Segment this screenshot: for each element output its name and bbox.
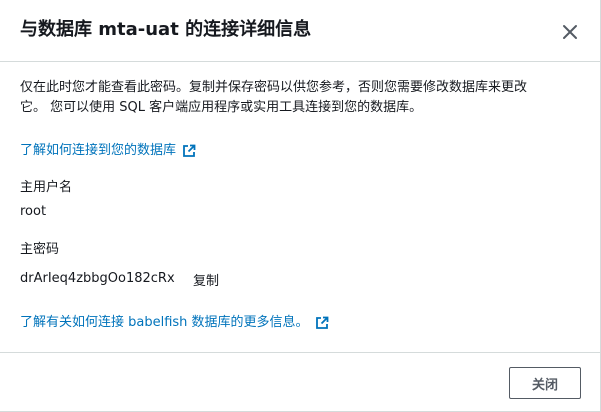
close-icon[interactable]: [558, 20, 582, 44]
notice-line-1: 仅在此时您才能查看此密码。复制并保存密码以供您参考，否则您需要修改数据库来更改: [20, 80, 528, 95]
master-username-label: 主用户名: [20, 180, 73, 195]
connect-guide-link[interactable]: 了解如何连接到您的数据库: [20, 142, 196, 160]
connect-guide-link-label: 了解如何连接到您的数据库: [20, 143, 177, 158]
connection-details-dialog: 与数据库 mta-uat 的连接详细信息 仅在此时您才能查看此密码。复制并保存密…: [0, 0, 601, 412]
copy-password-button[interactable]: 复制: [193, 270, 219, 289]
master-password-value: drArIeq4zbbgOo182cRx: [20, 271, 175, 286]
notice-line-2: 它。 您可以使用 SQL 客户端应用程序或实用工具连接到您的数据库。: [20, 100, 423, 115]
dialog-header: 与数据库 mta-uat 的连接详细信息: [0, 0, 600, 62]
dialog-footer: 关闭: [0, 352, 600, 412]
babelfish-info-link-label: 了解有关如何连接 babelfish 数据库的更多信息。: [20, 315, 309, 330]
master-password-label: 主密码: [20, 242, 60, 257]
external-link-icon: [182, 144, 196, 158]
dialog-title: 与数据库 mta-uat 的连接详细信息: [20, 19, 312, 40]
password-notice: 仅在此时您才能查看此密码。复制并保存密码以供您参考，否则您需要修改数据库来更改 …: [20, 78, 580, 118]
master-username-value: root: [20, 204, 47, 219]
babelfish-info-link[interactable]: 了解有关如何连接 babelfish 数据库的更多信息。: [20, 314, 329, 332]
external-link-icon: [315, 316, 329, 330]
close-button[interactable]: 关闭: [509, 367, 581, 399]
